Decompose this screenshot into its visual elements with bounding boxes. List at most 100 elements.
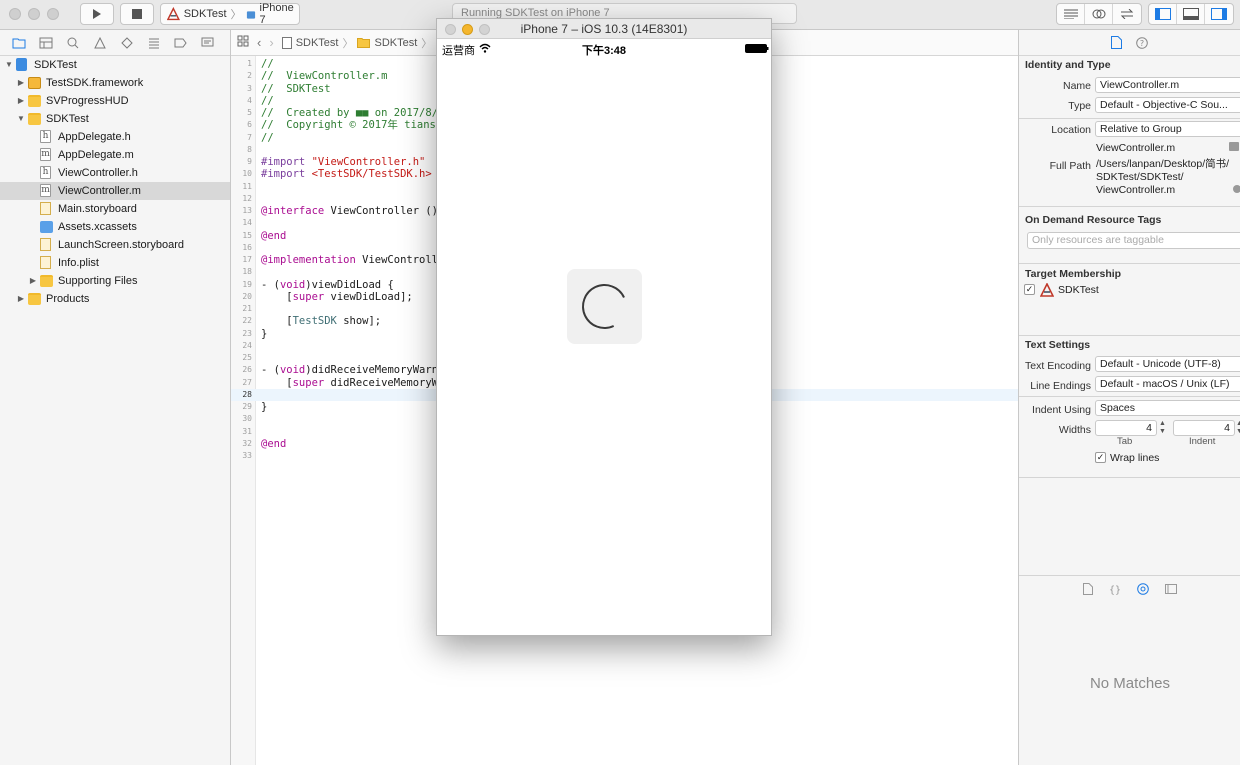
chevron-right-icon: 〉 [230, 9, 242, 21]
disclosure-expanded-icon[interactable]: ▼ [16, 110, 26, 128]
line-number: 13 [242, 206, 252, 215]
scheme-selector[interactable]: SDKTest 〉 iPhone 7 [160, 2, 300, 26]
navigator-toggle-icon[interactable] [1149, 4, 1177, 24]
tab-width-field[interactable]: 4 [1095, 420, 1157, 436]
code-token: )viewDidLoad { [305, 278, 394, 291]
project-icon [16, 58, 27, 71]
folder-icon[interactable] [1229, 142, 1239, 151]
disclosure-expanded-icon[interactable]: ▼ [4, 56, 14, 74]
zoom-window-button[interactable] [47, 8, 59, 20]
debug-area-toggle-icon[interactable] [1177, 4, 1205, 24]
name-field[interactable]: ViewController.m [1095, 77, 1240, 93]
line-number: 15 [242, 230, 252, 240]
storyboard-icon [40, 202, 51, 215]
line-number: 17 [242, 255, 252, 264]
related-items-icon[interactable] [237, 35, 249, 50]
code-text: - (void)didReceiveMemoryWarni [261, 364, 444, 376]
standard-editor-icon[interactable] [1057, 4, 1085, 24]
tree-item[interactable]: ▶ Products [0, 290, 230, 308]
tree-item[interactable]: ▼ SDKTest [0, 56, 230, 74]
test-navigator-tab-icon[interactable] [116, 34, 137, 52]
code-token: ViewController () [324, 205, 439, 217]
tree-item-label: ViewController.m [58, 185, 141, 197]
back-arrow-icon[interactable]: ‹ [257, 35, 261, 50]
wrap-lines-checkbox[interactable]: ✓ [1095, 452, 1106, 463]
forward-arrow-icon[interactable]: › [269, 35, 273, 50]
file-inspector-icon[interactable] [1111, 36, 1122, 49]
object-library-icon[interactable] [1137, 583, 1149, 595]
indent-width-field[interactable]: 4 [1173, 420, 1235, 436]
tree-item[interactable]: m ViewController.m [0, 182, 230, 200]
breadcrumb-project[interactable]: SDKTest [296, 37, 339, 49]
simulator-title: iPhone 7 – iOS 10.3 (14E8301) [520, 22, 688, 36]
code-token: ViewControlle [355, 254, 445, 266]
resource-tags-field[interactable]: Only resources are taggable [1027, 232, 1240, 249]
code-token: didReceiveMemoryWa [324, 376, 445, 389]
disclosure-collapsed-icon[interactable]: ▶ [28, 272, 38, 290]
tree-item[interactable]: ▼ SDKTest [0, 110, 230, 128]
source-control-navigator-tab-icon[interactable] [35, 34, 56, 52]
line-number: 5 [247, 108, 252, 117]
close-window-button[interactable] [9, 8, 21, 20]
tree-item[interactable]: m AppDelegate.m [0, 146, 230, 164]
code-token: "ViewController.h" [311, 156, 426, 168]
code-token: // [261, 131, 274, 144]
media-library-icon[interactable] [1165, 583, 1177, 595]
tree-item[interactable]: h ViewController.h [0, 164, 230, 182]
code-snippet-library-icon[interactable]: {} [1109, 583, 1121, 595]
location-popup[interactable]: Relative to Group [1095, 121, 1240, 137]
minimize-window-button[interactable] [28, 8, 40, 20]
tree-item[interactable]: Assets.xcassets [0, 218, 230, 236]
simulator-window[interactable]: iPhone 7 – iOS 10.3 (14E8301) 运营商 下午3:48 [436, 18, 772, 636]
debug-navigator-tab-icon[interactable] [143, 34, 164, 52]
line-number: 14 [242, 218, 252, 228]
tree-item[interactable]: LaunchScreen.storyboard [0, 236, 230, 254]
plist-icon [40, 256, 51, 269]
assistant-editor-icon[interactable] [1085, 4, 1113, 24]
search-navigator-tab-icon[interactable] [62, 34, 83, 52]
file-template-library-icon[interactable] [1083, 583, 1093, 595]
disclosure-collapsed-icon[interactable]: ▶ [16, 290, 26, 308]
disclosure-collapsed-icon[interactable]: ▶ [16, 74, 26, 92]
type-popup[interactable]: Default - Objective-C Sou... [1095, 97, 1240, 113]
breadcrumb-group[interactable]: SDKTest [374, 37, 417, 49]
line-number: 2 [247, 71, 252, 81]
line-number: 10 [242, 169, 252, 179]
version-editor-icon[interactable] [1113, 4, 1141, 24]
quick-help-icon[interactable]: ? [1136, 36, 1148, 49]
text-encoding-popup[interactable]: Default - Unicode (UTF-8) [1095, 356, 1240, 372]
stop-button[interactable] [120, 3, 154, 25]
tree-item[interactable]: ▶ SVProgressHUD [0, 92, 230, 110]
target-checkbox[interactable]: ✓ [1024, 284, 1035, 295]
breakpoint-navigator-tab-icon[interactable] [170, 34, 191, 52]
reveal-in-finder-icon[interactable] [1233, 185, 1240, 193]
simulator-close-button[interactable] [445, 24, 456, 35]
tree-item[interactable]: Info.plist [0, 254, 230, 272]
simulator-zoom-button[interactable] [479, 24, 490, 35]
indent-using-popup[interactable]: Spaces [1095, 400, 1240, 416]
view-toggle-control [1148, 3, 1234, 25]
tab-width-stepper[interactable]: ▲ ▼ [1158, 420, 1167, 436]
issue-navigator-tab-icon[interactable] [89, 34, 110, 52]
code-token: on 2017/8/ [368, 107, 439, 119]
tree-item[interactable]: h AppDelegate.h [0, 128, 230, 146]
utilities-toggle-icon[interactable] [1205, 4, 1233, 24]
app-target-icon [1040, 283, 1054, 297]
code-token: [ [261, 290, 293, 303]
line-number: 23 [242, 328, 252, 338]
indent-width-stepper[interactable]: ▲ ▼ [1236, 420, 1240, 436]
run-button[interactable] [80, 3, 114, 25]
indent-caption: Indent [1189, 436, 1216, 447]
code-token: // SDKTest [261, 82, 331, 95]
project-navigator-tab-icon[interactable] [8, 34, 29, 52]
tree-item[interactable]: ▶ TestSDK.framework [0, 74, 230, 92]
disclosure-collapsed-icon[interactable]: ▶ [16, 92, 26, 110]
tree-item[interactable]: Main.storyboard [0, 200, 230, 218]
simulator-minimize-button[interactable] [462, 24, 473, 35]
report-navigator-tab-icon[interactable] [197, 34, 218, 52]
code-token: // [261, 94, 274, 107]
tree-item[interactable]: ▶ Supporting Files [0, 272, 230, 290]
line-endings-popup[interactable]: Default - macOS / Unix (LF) [1095, 376, 1240, 392]
line-number: 25 [242, 353, 252, 362]
tree-item-label: Assets.xcassets [58, 221, 137, 233]
